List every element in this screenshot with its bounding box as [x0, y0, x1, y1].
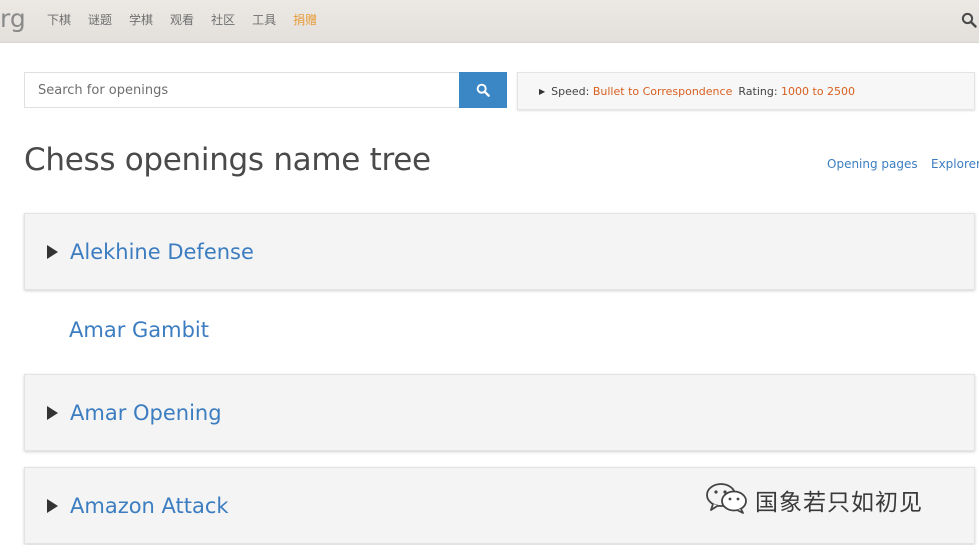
search-icon [476, 83, 490, 97]
search-button[interactable] [459, 72, 507, 108]
opening-name[interactable]: Alekhine Defense [70, 240, 254, 264]
wechat-icon [705, 482, 749, 518]
watermark-text: 国象若只如初见 [755, 490, 923, 516]
expand-arrow-icon [47, 244, 58, 259]
watermark: 国象若只如初见 [705, 482, 923, 518]
explorer-link[interactable]: Explorer [931, 157, 979, 171]
main-nav: 下棋 谜题 学棋 观看 社区 工具 捐赠 [47, 11, 334, 28]
opening-item-amar-opening[interactable]: Amar Opening [24, 374, 975, 451]
opening-search [24, 72, 507, 108]
opening-name[interactable]: Amar Opening [70, 401, 222, 425]
site-logo[interactable]: rg [0, 4, 26, 33]
expand-arrow-icon [47, 498, 58, 513]
opening-item-amar-gambit[interactable]: Amar Gambit [69, 318, 209, 342]
rating-value: 1000 to 2500 [781, 84, 856, 98]
nav-tools[interactable]: 工具 [252, 11, 276, 28]
nav-play[interactable]: 下棋 [47, 11, 71, 28]
nav-learn[interactable]: 学棋 [129, 11, 153, 28]
nav-donate[interactable]: 捐赠 [293, 11, 317, 28]
filter-toggle[interactable]: ▶ Speed: Bullet to Correspondence Rating:… [517, 72, 975, 110]
opening-item-alekhine-defense[interactable]: Alekhine Defense [24, 213, 975, 290]
nav-community[interactable]: 社区 [211, 11, 235, 28]
rating-label: Rating: [738, 84, 778, 98]
speed-value: Bullet to Correspondence [592, 84, 733, 98]
expand-arrow-icon [47, 405, 58, 420]
top-navbar: rg 下棋 谜题 学棋 观看 社区 工具 捐赠 [0, 0, 979, 43]
opening-name[interactable]: Amazon Attack [70, 494, 229, 518]
search-input[interactable] [24, 72, 459, 108]
page-title: Chess openings name tree [24, 142, 431, 178]
search-icon[interactable] [961, 12, 979, 30]
nav-watch[interactable]: 观看 [170, 11, 194, 28]
opening-pages-link[interactable]: Opening pages [827, 157, 918, 171]
nav-puzzles[interactable]: 谜题 [88, 11, 112, 28]
expand-arrow-icon: ▶ [539, 86, 546, 96]
speed-label: Speed: [551, 84, 590, 98]
